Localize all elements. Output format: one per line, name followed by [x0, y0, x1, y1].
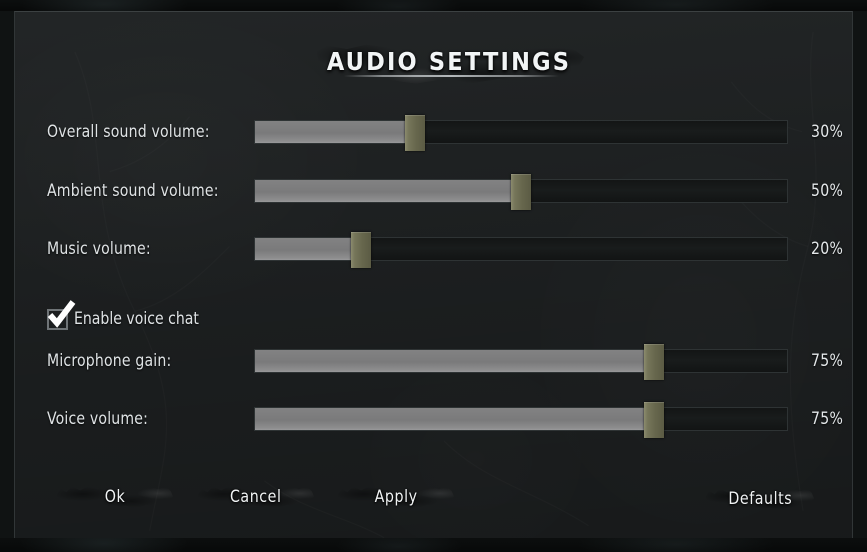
slider-handle[interactable] [644, 402, 664, 438]
value-microphone-gain: 75% [811, 351, 844, 371]
slider-fill [255, 238, 362, 260]
game-world-backdrop-top [0, 0, 867, 11]
checkmark-icon [47, 299, 76, 328]
backdrop-veil-top [0, 0, 867, 11]
cancel-button[interactable]: Cancel [198, 482, 314, 512]
defaults-button-label: Defaults [728, 489, 792, 509]
slider-voice-volume[interactable] [254, 402, 788, 438]
checkbox-enable-voice-chat[interactable]: Enable voice chat [47, 299, 210, 333]
slider-fill [255, 121, 415, 143]
value-ambient-sound-volume: 50% [811, 181, 844, 201]
apply-button[interactable]: Apply [338, 482, 454, 512]
value-music-volume: 20% [811, 239, 844, 259]
checkbox-box[interactable] [47, 299, 76, 330]
settings-panel: AUDIO SETTINGS Overall sound volume: 30%… [14, 11, 853, 538]
setting-row-ambient-sound-volume: Ambient sound volume: 50% [15, 174, 852, 210]
slider-handle[interactable] [511, 174, 531, 210]
label-microphone-gain: Microphone gain: [47, 351, 172, 371]
audio-settings-screen: AUDIO SETTINGS Overall sound volume: 30%… [0, 0, 867, 552]
slider-music-volume[interactable] [254, 232, 788, 268]
label-music-volume: Music volume: [47, 239, 151, 259]
value-overall-sound-volume: 30% [811, 122, 844, 142]
slider-fill [255, 180, 521, 202]
setting-row-microphone-gain: Microphone gain: 75% [15, 344, 852, 380]
slider-fill [255, 408, 654, 430]
slider-handle[interactable] [644, 344, 664, 380]
label-ambient-sound-volume: Ambient sound volume: [47, 181, 219, 201]
label-overall-sound-volume: Overall sound volume: [47, 122, 210, 142]
value-voice-volume: 75% [811, 409, 844, 429]
backdrop-veil-bottom [0, 538, 867, 552]
panel-texture [15, 12, 852, 538]
title-banner: AUDIO SETTINGS [311, 42, 587, 86]
cancel-button-label: Cancel [230, 487, 282, 507]
label-voice-volume: Voice volume: [47, 409, 149, 429]
defaults-button[interactable]: Defaults [706, 484, 814, 514]
ok-button[interactable]: Ok [57, 482, 173, 512]
slider-microphone-gain[interactable] [254, 344, 788, 380]
setting-row-voice-volume: Voice volume: 75% [15, 402, 852, 438]
game-world-backdrop-bottom [0, 538, 867, 552]
background-branch-texture [15, 12, 852, 538]
slider-fill [255, 350, 654, 372]
slider-ambient-sound-volume[interactable] [254, 174, 788, 210]
setting-row-music-volume: Music volume: 20% [15, 232, 852, 268]
page-title: AUDIO SETTINGS [326, 47, 572, 76]
apply-button-label: Apply [374, 487, 418, 507]
checkbox-label: Enable voice chat [74, 309, 199, 329]
slider-handle[interactable] [404, 115, 425, 151]
setting-row-overall-sound-volume: Overall sound volume: 30% [15, 115, 852, 151]
slider-overall-sound-volume[interactable] [254, 115, 788, 151]
slider-handle[interactable] [351, 232, 372, 268]
ok-button-label: Ok [104, 487, 126, 507]
